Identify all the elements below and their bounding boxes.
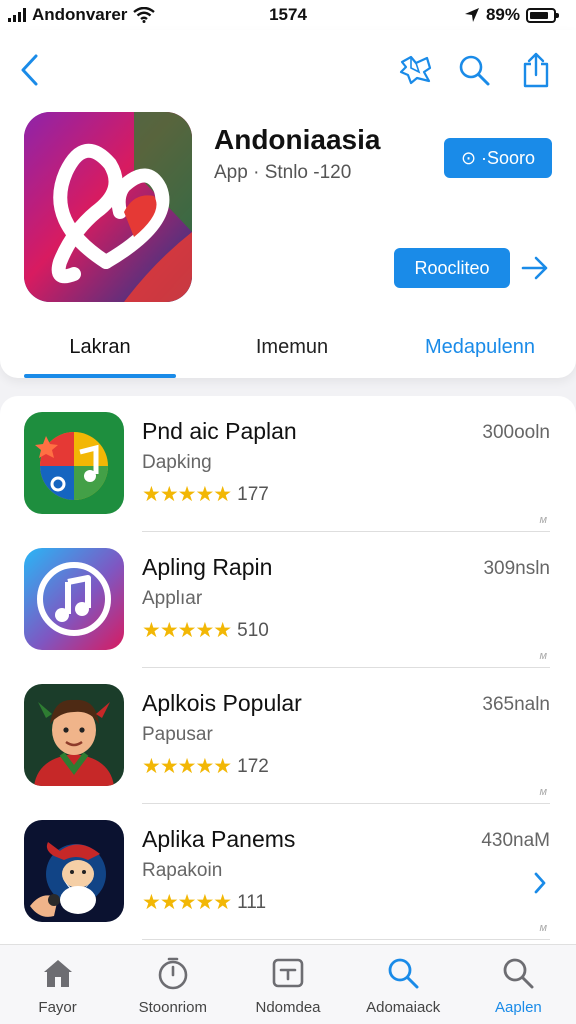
- watermark-mark: ᴍ: [539, 922, 546, 934]
- tab-imemun[interactable]: Imemun: [216, 336, 368, 359]
- list-item[interactable]: Apling Rapin Applıar ★★★★★ 510 309nsln ᴍ: [0, 532, 576, 668]
- watermark-mark: ᴍ: [539, 650, 546, 662]
- list-item-rating: ★★★★★ 111: [142, 890, 266, 915]
- status-time: 1574: [269, 5, 307, 24]
- status-right: 89%: [464, 5, 559, 25]
- list-item[interactable]: Aplika Panems Rapakoin ★★★★★ 111 430naM …: [0, 804, 576, 940]
- list-item-subtitle: Rapakoin: [142, 860, 223, 881]
- status-left: Andonvarer: [8, 5, 156, 25]
- list-item-size: 365naln: [482, 694, 550, 715]
- search-icon: [459, 55, 490, 86]
- rating-count: 111: [237, 891, 267, 913]
- list-item[interactable]: Pnd aic Paplan Dapking ★★★★★ 177 300ooln…: [0, 396, 576, 532]
- location-arrow-icon: [464, 8, 479, 22]
- list-item-title: Pnd aic Paplan: [142, 418, 297, 444]
- tabbar-item-ndomdea[interactable]: Ndomdea: [230, 945, 345, 1024]
- battery-icon: [526, 7, 559, 23]
- chevron-right-icon: [534, 872, 546, 894]
- search-icon: [385, 955, 421, 991]
- star-rating-icon: ★★★★★: [142, 619, 232, 642]
- divider: [142, 939, 550, 940]
- list-item-rating: ★★★★★ 172: [142, 754, 269, 779]
- watermark-mark: ᴍ: [539, 514, 546, 526]
- chevron-right-button[interactable]: [530, 868, 550, 898]
- bottom-tab-bar: Fayor Stoonriom Ndomdea Adomaiack Aaplen: [0, 944, 576, 1024]
- arrow-right-icon: [521, 256, 548, 280]
- list-item-subtitle: Papusar: [142, 724, 213, 745]
- app-icon: [24, 112, 192, 302]
- nav-bar: [0, 48, 576, 92]
- list-item-size: 300ooln: [482, 422, 550, 443]
- list-item-title: Aplkois Popular: [142, 690, 302, 716]
- list-item-subtitle: Applıar: [142, 588, 203, 609]
- list-item-rating: ★★★★★ 510: [142, 618, 269, 643]
- tab-lakran[interactable]: Lakran: [24, 336, 176, 359]
- list-item-rating: ★★★★★ 177: [142, 482, 269, 507]
- list-item-title: Apling Rapin: [142, 554, 273, 580]
- app-title: Andoniaasia: [214, 124, 381, 155]
- star-rating-icon: ★★★★★: [142, 755, 232, 778]
- map-icon: [399, 55, 432, 85]
- app-icon-music: [24, 548, 124, 650]
- tabbar-item-fayor[interactable]: Fayor: [0, 945, 115, 1024]
- action-button[interactable]: Roocliteo: [394, 248, 510, 288]
- star-rating-icon: ★★★★★: [142, 483, 232, 506]
- wifi-icon: [133, 7, 156, 23]
- tabbar-label: Ndomdea: [255, 999, 321, 1016]
- active-tab-indicator: [24, 374, 176, 378]
- app-header-card: Andoniaasia App · Stnlo -120 ⊙ ·Sooro Ro…: [0, 30, 576, 378]
- list-item-size: 430naM: [481, 830, 550, 851]
- map-button[interactable]: [398, 52, 434, 88]
- tabbar-label: Stoonriom: [138, 999, 207, 1016]
- app-subtitle: App · Stnlo -120: [214, 162, 352, 183]
- home-icon: [40, 955, 76, 991]
- signal-icon: [8, 8, 26, 22]
- share-button[interactable]: [518, 52, 554, 88]
- tabbar-item-aaplen[interactable]: Aaplen: [461, 945, 576, 1024]
- list-item[interactable]: Aplkois Popular Papusar ★★★★★ 172 365nal…: [0, 668, 576, 804]
- back-chevron-icon: [21, 54, 38, 86]
- tabbar-item-stoonriom[interactable]: Stoonriom: [115, 945, 230, 1024]
- tabbar-label: Aaplen: [495, 999, 542, 1016]
- rating-count: 177: [237, 483, 269, 505]
- list-item-title: Aplika Panems: [142, 826, 296, 852]
- app-icon-paplan: [24, 412, 124, 514]
- carrier-name: Andonvarer: [32, 5, 128, 24]
- tabbar-label: Adomaiack: [366, 999, 441, 1016]
- rating-count: 510: [237, 619, 269, 641]
- watermark-mark: ᴍ: [539, 786, 546, 798]
- list-item-subtitle: Dapking: [142, 452, 212, 473]
- app-logo-icon: [24, 112, 192, 302]
- share-icon: [523, 52, 549, 88]
- app-icon-character: [24, 684, 124, 786]
- search-icon: [500, 955, 536, 991]
- back-button[interactable]: [14, 52, 46, 88]
- tab-medapulenn[interactable]: Medapulenn: [404, 336, 556, 359]
- app-list: Pnd aic Paplan Dapking ★★★★★ 177 300ooln…: [0, 396, 576, 944]
- tabbar-label: Fayor: [38, 999, 77, 1016]
- battery-percent: 89%: [485, 5, 520, 24]
- segment-tabs: Lakran Imemun Medapulenn: [0, 330, 576, 378]
- list-item-size: 309nsln: [483, 558, 550, 579]
- tv-icon: [270, 955, 306, 991]
- app-icon-gnome: [24, 820, 124, 922]
- forward-button[interactable]: [518, 250, 552, 286]
- star-rating-icon: ★★★★★: [142, 891, 232, 914]
- status-bar: Andonvarer 1574 89%: [0, 0, 576, 30]
- rating-count: 172: [237, 755, 269, 777]
- timer-icon: [155, 955, 191, 991]
- search-button[interactable]: [456, 52, 492, 88]
- price-button[interactable]: ⊙ ·Sooro: [444, 138, 552, 178]
- tabbar-item-adomaiack[interactable]: Adomaiack: [346, 945, 461, 1024]
